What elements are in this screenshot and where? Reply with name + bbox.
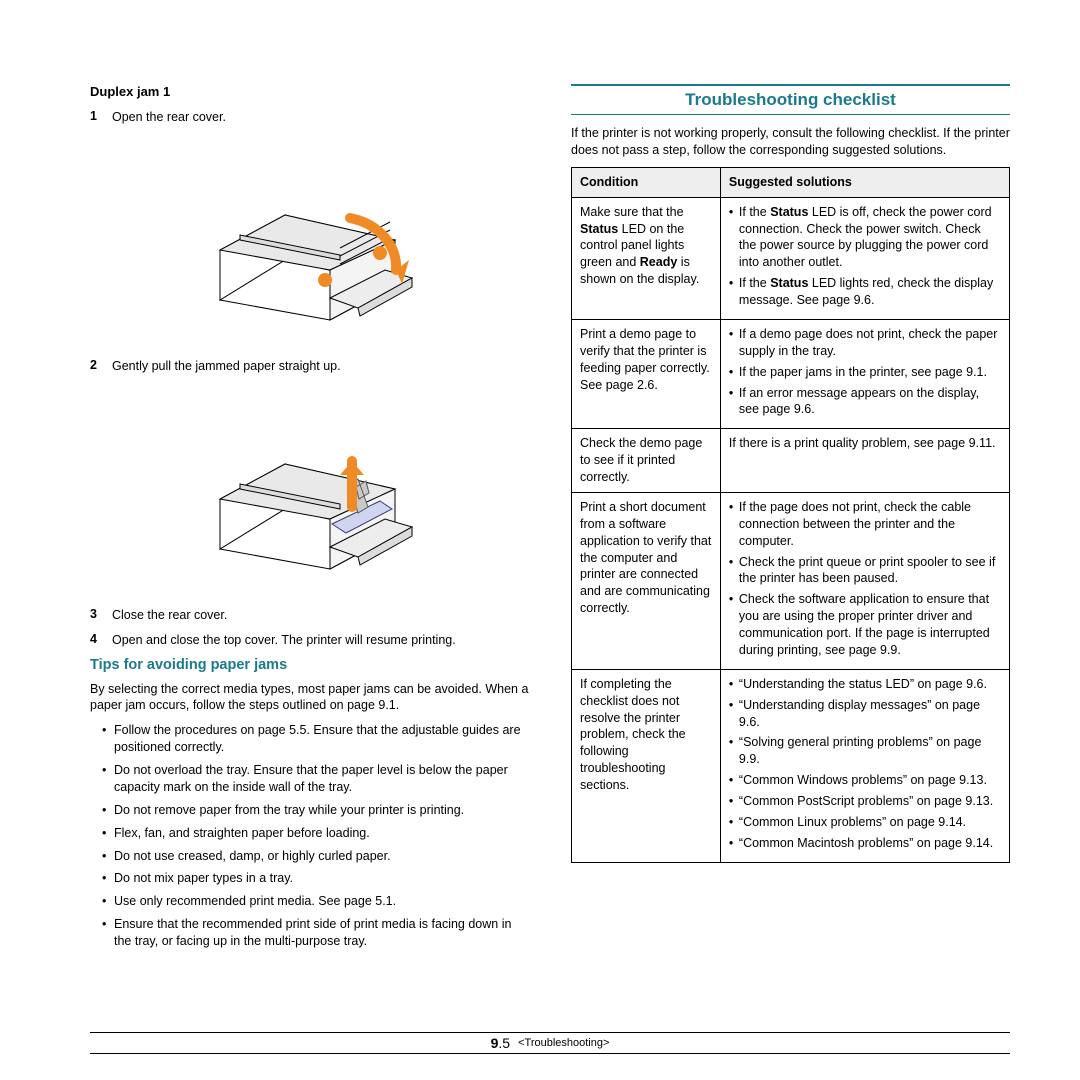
condition-cell: If completing the checklist does not res… xyxy=(572,669,721,862)
solutions-cell: If the page does not print, check the ca… xyxy=(720,492,1009,669)
page-footer: 9.5 <Troubleshooting> xyxy=(90,1032,1010,1054)
checklist-intro: If the printer is not working properly, … xyxy=(571,125,1010,159)
page-number: 9.5 xyxy=(491,1035,510,1051)
step-text: Open the rear cover. xyxy=(112,109,226,126)
printer-pull-paper-illustration xyxy=(180,389,440,589)
th-solutions: Suggested solutions xyxy=(720,167,1009,197)
two-column-layout: Duplex jam 1 1 Open the rear cover. xyxy=(90,84,1010,956)
checklist-table: Condition Suggested solutions Make sure … xyxy=(571,167,1010,863)
step-number: 3 xyxy=(90,607,102,624)
heading-rule-bottom xyxy=(571,114,1010,115)
tips-intro: By selecting the correct media types, mo… xyxy=(90,681,529,715)
solutions-cell: If there is a print quality problem, see… xyxy=(720,429,1009,493)
step-item: 3 Close the rear cover. xyxy=(90,607,529,624)
tip-item: Do not remove paper from the tray while … xyxy=(102,802,529,819)
page: Duplex jam 1 1 Open the rear cover. xyxy=(0,0,1080,1080)
solutions-cell: If the Status LED is off, check the powe… xyxy=(720,197,1009,319)
solutions-cell: If a demo page does not print, check the… xyxy=(720,319,1009,428)
tip-item: Flex, fan, and straighten paper before l… xyxy=(102,825,529,842)
step-number: 4 xyxy=(90,632,102,649)
right-column: Troubleshooting checklist If the printer… xyxy=(571,84,1010,956)
duplex-jam-heading: Duplex jam 1 xyxy=(90,84,529,99)
tip-item: Use only recommended print media. See pa… xyxy=(102,893,529,910)
table-row: If completing the checklist does not res… xyxy=(572,669,1010,862)
printer-open-rear-illustration xyxy=(180,140,440,340)
step-item: 2 Gently pull the jammed paper straight … xyxy=(90,358,529,375)
solutions-cell: “Understanding the status LED” on page 9… xyxy=(720,669,1009,862)
table-row: Check the demo page to see if it printed… xyxy=(572,429,1010,493)
condition-cell: Make sure that the Status LED on the con… xyxy=(572,197,721,319)
tip-item: Do not overload the tray. Ensure that th… xyxy=(102,762,529,796)
condition-cell: Print a demo page to verify that the pri… xyxy=(572,319,721,428)
step-item: 4 Open and close the top cover. The prin… xyxy=(90,632,529,649)
step-text: Gently pull the jammed paper straight up… xyxy=(112,358,341,375)
table-row: Print a short document from a software a… xyxy=(572,492,1010,669)
steps-group-a: 1 Open the rear cover. xyxy=(90,109,529,126)
tip-item: Ensure that the recommended print side o… xyxy=(102,916,529,950)
left-column: Duplex jam 1 1 Open the rear cover. xyxy=(90,84,529,956)
step-text: Open and close the top cover. The printe… xyxy=(112,632,456,649)
step-number: 2 xyxy=(90,358,102,375)
table-row: Make sure that the Status LED on the con… xyxy=(572,197,1010,319)
checklist-title: Troubleshooting checklist xyxy=(571,90,1010,110)
steps-group-c: 3 Close the rear cover. 4 Open and close… xyxy=(90,607,529,649)
tip-item: Follow the procedures on page 5.5. Ensur… xyxy=(102,722,529,756)
step-number: 1 xyxy=(90,109,102,126)
tip-item: Do not mix paper types in a tray. xyxy=(102,870,529,887)
condition-cell: Print a short document from a software a… xyxy=(572,492,721,669)
page-section-label: <Troubleshooting> xyxy=(518,1037,609,1049)
condition-cell: Check the demo page to see if it printed… xyxy=(572,429,721,493)
heading-rule-top xyxy=(571,84,1010,86)
tips-heading: Tips for avoiding paper jams xyxy=(90,657,529,673)
tip-item: Do not use creased, damp, or highly curl… xyxy=(102,848,529,865)
steps-group-b: 2 Gently pull the jammed paper straight … xyxy=(90,358,529,375)
table-row: Print a demo page to verify that the pri… xyxy=(572,319,1010,428)
tips-list: Follow the procedures on page 5.5. Ensur… xyxy=(102,722,529,950)
th-condition: Condition xyxy=(572,167,721,197)
step-item: 1 Open the rear cover. xyxy=(90,109,529,126)
step-text: Close the rear cover. xyxy=(112,607,227,624)
